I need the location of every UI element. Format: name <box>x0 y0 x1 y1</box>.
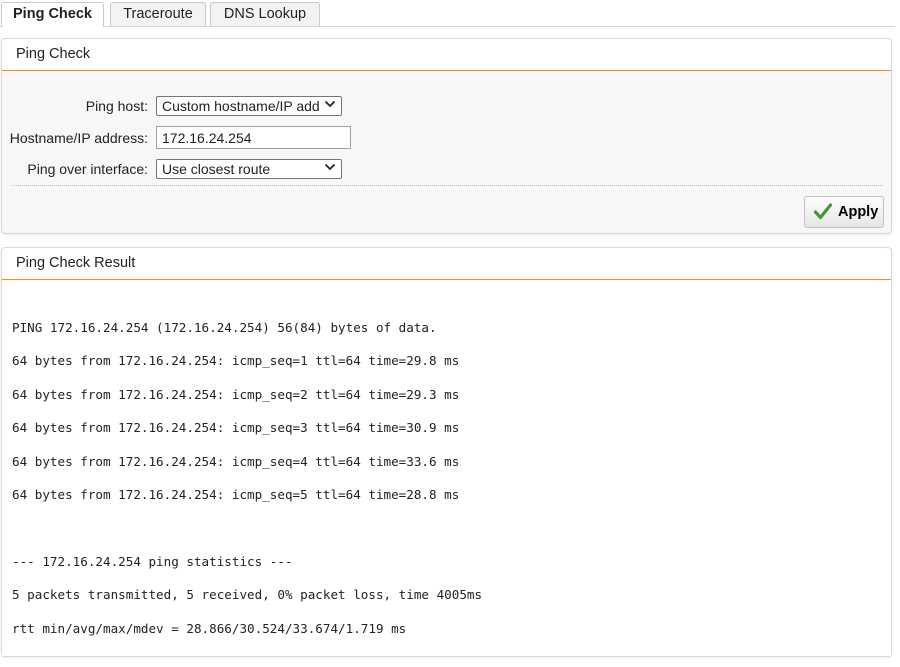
hostname-row: Hostname/IP address: <box>2 126 891 150</box>
ping-output: PING 172.16.24.254 (172.16.24.254) 56(84… <box>2 281 891 656</box>
tab-dns-lookup[interactable]: DNS Lookup <box>210 2 320 26</box>
ping-result-panel: Ping Check Result PING 172.16.24.254 (17… <box>1 247 892 657</box>
output-line: 64 bytes from 172.16.24.254: icmp_seq=3 … <box>12 420 460 435</box>
tab-ping-check[interactable]: Ping Check <box>1 2 104 27</box>
interface-label: Ping over interface: <box>27 161 148 177</box>
chevron-down-icon <box>324 161 336 178</box>
interface-select-value: Use closest route <box>162 161 271 177</box>
ping-check-panel-title: Ping Check <box>2 39 891 71</box>
ping-host-select[interactable]: Custom hostname/IP address <box>156 96 342 116</box>
tab-traceroute[interactable]: Traceroute <box>110 2 206 26</box>
hostname-input[interactable] <box>156 126 351 149</box>
interface-select[interactable]: Use closest route <box>156 159 342 179</box>
ping-host-row: Ping host: Custom hostname/IP address <box>2 95 891 117</box>
apply-button[interactable]: Apply <box>804 196 884 228</box>
checkmark-icon <box>813 203 833 224</box>
tab-bar: Ping Check Traceroute DNS Lookup <box>0 0 895 27</box>
output-line: 64 bytes from 172.16.24.254: icmp_seq=1 … <box>12 353 460 368</box>
output-line: PING 172.16.24.254 (172.16.24.254) 56(84… <box>12 320 437 335</box>
output-line: 5 packets transmitted, 5 received, 0% pa… <box>12 587 483 602</box>
apply-button-label: Apply <box>838 204 879 220</box>
chevron-down-icon <box>324 98 336 115</box>
output-line: 64 bytes from 172.16.24.254: icmp_seq=5 … <box>12 487 460 502</box>
output-line: 64 bytes from 172.16.24.254: icmp_seq=4 … <box>12 454 460 469</box>
form-divider <box>12 185 883 186</box>
ping-host-label: Ping host: <box>85 98 148 114</box>
output-line: --- 172.16.24.254 ping statistics --- <box>12 554 293 569</box>
ping-result-panel-title: Ping Check Result <box>2 248 891 280</box>
ping-check-panel: Ping Check Ping host: Custom hostname/IP… <box>1 38 892 234</box>
hostname-label: Hostname/IP address: <box>9 130 148 146</box>
output-line: rtt min/avg/max/mdev = 28.866/30.524/33.… <box>12 621 407 636</box>
interface-row: Ping over interface: Use closest route <box>2 158 891 180</box>
output-line: 64 bytes from 172.16.24.254: icmp_seq=2 … <box>12 387 460 402</box>
ping-host-select-value: Custom hostname/IP address <box>162 98 320 114</box>
